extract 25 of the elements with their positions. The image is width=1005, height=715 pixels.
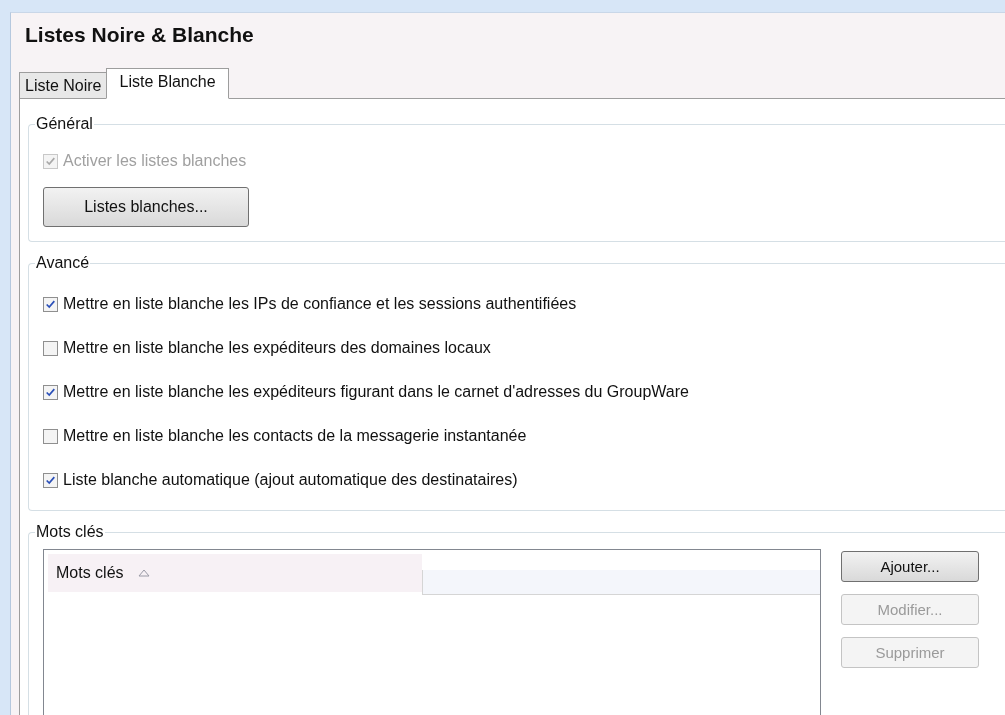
checkbox[interactable]	[43, 472, 58, 488]
group-title: Général	[35, 115, 94, 133]
checkmark-icon	[45, 386, 56, 398]
checkbox[interactable]	[43, 384, 58, 400]
tab[interactable]: Liste Blanche	[106, 68, 229, 99]
checkmark-icon	[45, 298, 56, 310]
checkmark-icon	[45, 155, 56, 167]
group-title: Avancé	[35, 254, 91, 272]
column-header[interactable]: Mots clés	[48, 554, 422, 592]
checkbox-label: Mettre en liste blanche les contacts de la messagerie instantanée	[63, 427, 527, 445]
action-button[interactable]: Ajouter...	[841, 551, 979, 582]
window-title: Listes Noire & Blanche	[24, 22, 255, 48]
checkbox-label: Mettre en liste blanche les expéditeurs figurant dans le carnet d'adresses du GroupWare	[63, 383, 689, 401]
checkbox-label: Liste blanche automatique (ajout automatique des destinataires)	[63, 471, 518, 489]
whitelists-button[interactable]: Listes blanches...	[43, 187, 249, 227]
checkbox-label: Activer les listes blanches	[63, 152, 247, 170]
tab[interactable]: Liste Noire	[19, 72, 108, 98]
checkbox[interactable]	[43, 428, 58, 444]
group-title: Mots clés	[35, 523, 105, 541]
sort-icon	[137, 569, 150, 577]
checkbox[interactable]	[43, 340, 58, 356]
checkmark-icon	[45, 474, 56, 486]
checkbox-label: Mettre en liste blanche les IPs de confiance et les sessions authentifiées	[63, 295, 577, 313]
checkbox[interactable]	[43, 296, 58, 312]
checkbox-label: Mettre en liste blanche les expéditeurs des domaines locaux	[63, 339, 491, 357]
